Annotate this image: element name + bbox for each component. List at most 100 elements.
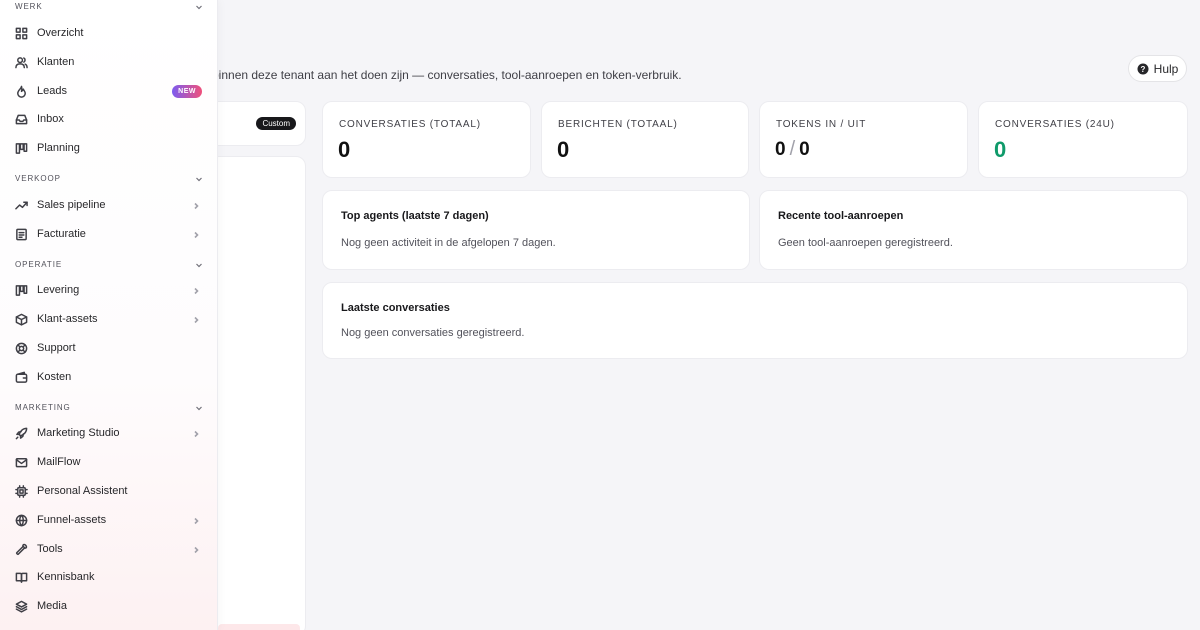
tokens-separator: / <box>789 138 796 160</box>
inbox-icon <box>15 114 28 124</box>
sidebar-item-leads[interactable]: Leads NEW <box>15 80 202 102</box>
sidebar-item-marketing-studio[interactable]: Marketing Studio <box>15 422 202 444</box>
panel-title: Top agents (laatste 7 dagen) <box>341 210 489 222</box>
sidebar-item-label: Personal Assistent <box>37 485 128 497</box>
recent-tools-panel: Recente tool-aanroepen Geen tool-aanroep… <box>759 190 1188 270</box>
chevron-down-icon <box>196 177 202 181</box>
help-icon: ? <box>1137 63 1149 74</box>
wallet-icon <box>15 371 28 383</box>
stat-label: BERICHTEN (TOTAAL) <box>558 119 678 130</box>
stat-label: CONVERSATIES (24U) <box>995 119 1115 130</box>
section-label: WERK <box>15 2 43 11</box>
sidebar-item-klanten[interactable]: Klanten <box>15 51 202 73</box>
lifebuoy-icon <box>15 342 28 354</box>
sidebar-item-label: Media <box>37 600 67 612</box>
sidebar-item-facturatie[interactable]: Facturatie <box>15 223 202 245</box>
sidebar-section-werk[interactable]: WERK <box>15 2 203 11</box>
sidebar-item-label: Tools <box>37 543 63 555</box>
chevron-right-icon <box>194 546 199 554</box>
stat-conversations-total: CONVERSATIES (TOTAAL) 0 <box>322 101 531 178</box>
document-icon <box>16 228 27 240</box>
kanban-icon <box>15 142 28 154</box>
stat-value: 0 <box>994 137 1007 162</box>
sidebar-item-levering[interactable]: Levering <box>15 279 202 301</box>
sidebar-item-label: Levering <box>37 284 80 296</box>
chip-icon <box>15 484 28 498</box>
chevron-right-icon <box>194 231 199 239</box>
wrench-icon <box>15 543 28 555</box>
tokens-out: 0 <box>799 139 810 160</box>
stat-messages-total: BERICHTEN (TOTAAL) 0 <box>541 101 749 178</box>
section-label: VERKOOP <box>15 174 61 183</box>
sidebar-item-label: Overzicht <box>37 27 84 39</box>
box-icon <box>15 313 28 326</box>
chevron-right-icon <box>194 287 199 295</box>
rocket-icon <box>15 427 28 439</box>
sidebar-item-label: Support <box>37 342 76 354</box>
panel-title: Recente tool-aanroepen <box>778 210 904 222</box>
sidebar-item-kosten[interactable]: Kosten <box>15 366 202 388</box>
sidebar-item-support[interactable]: Support <box>15 337 202 359</box>
panel-empty-text: Nog geen activiteit in de afgelopen 7 da… <box>341 237 556 249</box>
sidebar-item-overzicht[interactable]: Overzicht <box>15 22 202 44</box>
top-agents-panel: Top agents (laatste 7 dagen) Nog geen ac… <box>322 190 750 270</box>
sidebar-item-label: MailFlow <box>37 456 81 468</box>
chevron-down-icon <box>196 406 202 410</box>
panel-empty-text: Nog geen conversaties geregistreerd. <box>341 327 525 339</box>
sidebar-item-klant-assets[interactable]: Klant-assets <box>15 308 202 330</box>
sidebar-item-label: Leads <box>37 85 67 97</box>
book-icon <box>15 572 28 583</box>
panel-title: Laatste conversaties <box>341 302 450 314</box>
help-button[interactable]: ? Hulp <box>1128 55 1187 82</box>
sidebar: WERK Overzicht Klanten Leads NEW Inbox P… <box>0 0 218 630</box>
sidebar-item-funnel-assets[interactable]: Funnel-assets <box>15 509 202 531</box>
sidebar-item-planning[interactable]: Planning <box>15 137 202 159</box>
trend-icon <box>15 201 28 209</box>
grid-icon <box>15 27 28 39</box>
stat-label: CONVERSATIES (TOTAAL) <box>339 119 481 130</box>
users-icon <box>15 56 28 68</box>
page-subtitle: binnen deze tenant aan het doen zijn — c… <box>212 68 682 82</box>
sidebar-item-personal-assistent[interactable]: Personal Assistent <box>15 480 202 502</box>
flame-icon <box>17 85 26 98</box>
stat-value: 0 <box>338 137 351 162</box>
sidebar-item-inbox[interactable]: Inbox <box>15 108 202 130</box>
sidebar-section-verkoop[interactable]: VERKOOP <box>15 174 203 183</box>
chevron-down-icon <box>196 263 202 267</box>
sidebar-section-operatie[interactable]: OPERATIE <box>15 260 203 269</box>
latest-conversations-panel: Laatste conversaties Nog geen conversati… <box>322 282 1188 359</box>
stat-tokens: TOKENS IN / UIT 0/0 <box>759 101 968 178</box>
custom-badge: Custom <box>256 117 296 130</box>
sidebar-item-label: Kennisbank <box>37 571 95 583</box>
stat-conversations-24h: CONVERSATIES (24U) 0 <box>978 101 1188 178</box>
chevron-down-icon <box>196 5 202 9</box>
sidebar-item-sales-pipeline[interactable]: Sales pipeline <box>15 194 202 216</box>
stat-value-tokens: 0/0 <box>775 138 810 161</box>
sidebar-item-mailflow[interactable]: MailFlow <box>15 451 202 473</box>
chevron-right-icon <box>194 430 199 438</box>
sidebar-item-label: Kosten <box>37 371 72 383</box>
new-badge: NEW <box>172 84 202 98</box>
sidebar-item-label: Funnel-assets <box>37 514 107 526</box>
sidebar-item-label: Klanten <box>37 56 75 68</box>
sidebar-item-label: Sales pipeline <box>37 199 106 211</box>
section-label: OPERATIE <box>15 260 63 269</box>
stat-label: TOKENS IN / UIT <box>776 119 867 130</box>
sidebar-item-label: Marketing Studio <box>37 427 120 439</box>
sidebar-item-label: Planning <box>37 142 80 154</box>
layers-icon <box>15 600 28 613</box>
sidebar-section-marketing[interactable]: MARKETING <box>15 403 203 412</box>
sidebar-item-label: Facturatie <box>37 228 86 240</box>
svg-text:?: ? <box>1140 64 1145 73</box>
sidebar-item-label: Inbox <box>37 113 64 125</box>
chevron-right-icon <box>194 202 199 210</box>
tokens-in: 0 <box>775 139 786 160</box>
sidebar-item-media[interactable]: Media <box>15 595 202 617</box>
sidebar-item-tools[interactable]: Tools <box>15 538 202 560</box>
globe-icon <box>15 514 28 526</box>
help-button-label: Hulp <box>1153 61 1179 76</box>
chevron-right-icon <box>194 517 199 525</box>
stat-value: 0 <box>557 137 570 162</box>
sidebar-item-kennisbank[interactable]: Kennisbank <box>15 566 202 588</box>
panel-empty-text: Geen tool-aanroepen geregistreerd. <box>778 237 953 249</box>
